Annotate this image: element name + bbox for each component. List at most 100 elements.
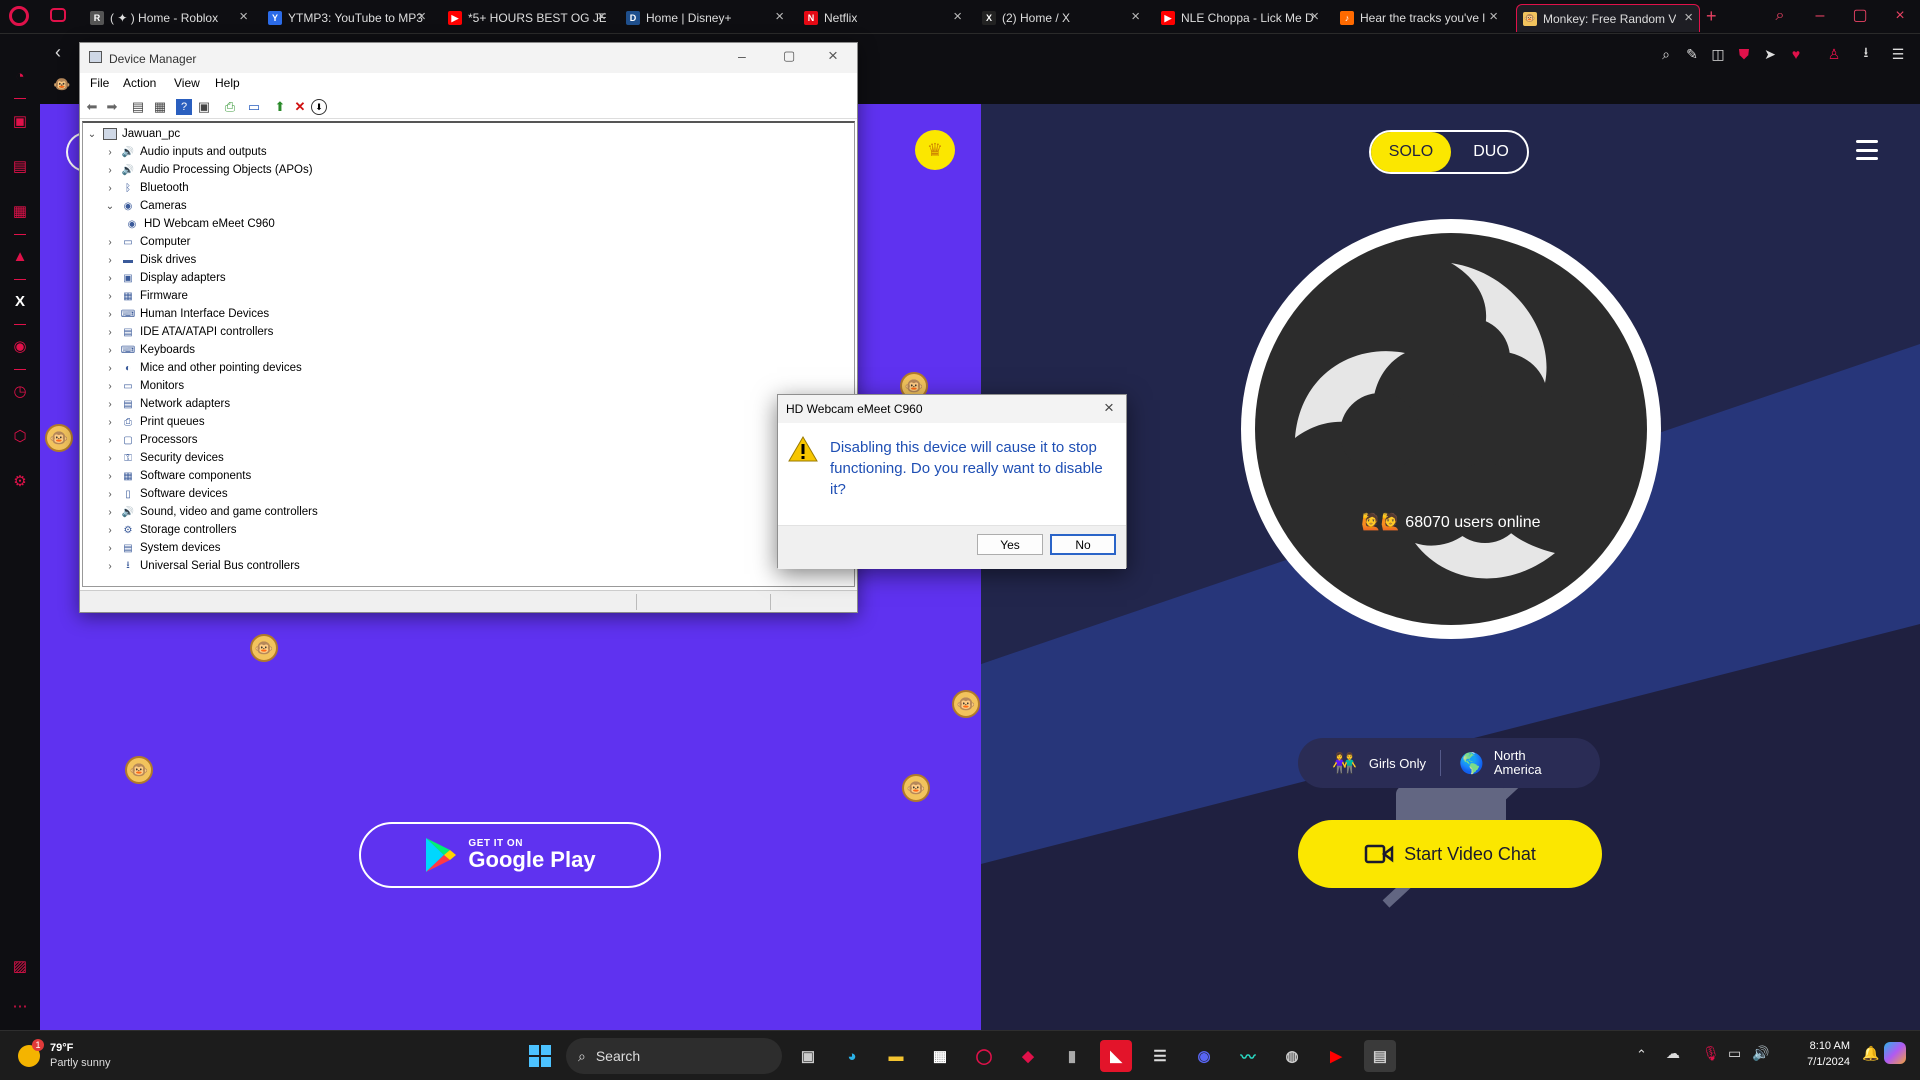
expand-chevron-icon[interactable]: ›: [105, 435, 115, 446]
google-play-badge[interactable]: GET IT ON Google Play: [359, 822, 661, 888]
amd-icon[interactable]: ◣: [1100, 1040, 1132, 1072]
browser-tab[interactable]: N Netflix ×: [798, 4, 968, 32]
tree-category-row[interactable]: › ⌨ Human Interface Devices: [105, 305, 269, 323]
dialog-close-button[interactable]: ×: [1104, 398, 1114, 418]
tree-category-row[interactable]: › ⚙ Storage controllers: [105, 521, 236, 539]
zoom-icon[interactable]: ⌕: [1656, 44, 1676, 64]
action-pane-icon[interactable]: ▣: [196, 99, 212, 115]
tree-category-row[interactable]: › ⌨ Keyboards: [105, 341, 195, 359]
tab-close-icon[interactable]: ×: [597, 9, 606, 25]
expand-chevron-icon[interactable]: ›: [105, 381, 115, 392]
duo-mode-button[interactable]: DUO: [1451, 132, 1531, 172]
tree-category-row[interactable]: › ▦ Firmware: [105, 287, 188, 305]
expand-chevron-icon[interactable]: ›: [105, 345, 115, 356]
uninstall-device-icon[interactable]: ✕: [292, 99, 308, 115]
gx-control-icon[interactable]: ▣: [8, 109, 32, 133]
tray-overflow-icon[interactable]: ⌃: [1636, 1047, 1647, 1063]
tree-category-row[interactable]: › ▣ Display adapters: [105, 269, 225, 287]
browser-tab[interactable]: ▶ *5+ HOURS BEST OG JE ×: [442, 4, 612, 32]
browser-tab[interactable]: D Home | Disney+ ×: [620, 4, 790, 32]
profile-icon[interactable]: ♙: [1824, 44, 1844, 64]
disable-device-icon[interactable]: ⬇: [311, 99, 327, 115]
menu-file[interactable]: File: [90, 76, 109, 90]
tab-close-icon[interactable]: ×: [1131, 9, 1140, 25]
properties-icon[interactable]: ▦: [152, 99, 168, 115]
device-manager-titlebar[interactable]: Device Manager – ▢ ×: [80, 43, 857, 73]
twitch-icon[interactable]: ▤: [8, 154, 32, 178]
tree-category-row[interactable]: › ▤ IDE ATA/ATAPI controllers: [105, 323, 273, 341]
discord-icon[interactable]: ◉: [1188, 1040, 1220, 1072]
copilot-icon[interactable]: [1884, 1042, 1906, 1064]
taskbar-search-box[interactable]: ⌕ Search: [566, 1038, 782, 1074]
forward-arrow-icon[interactable]: ➡: [104, 99, 120, 115]
aria-icon[interactable]: ▲: [8, 244, 32, 268]
file-explorer-icon[interactable]: ▬: [880, 1040, 912, 1072]
solo-mode-button[interactable]: SOLO: [1371, 132, 1451, 172]
notification-bell-icon[interactable]: 🔔: [1862, 1045, 1879, 1062]
tree-category-row[interactable]: › ▦ Software components: [105, 467, 251, 485]
menu-help[interactable]: Help: [215, 76, 240, 90]
expand-chevron-icon[interactable]: ›: [105, 309, 115, 320]
dm-minimize-button[interactable]: –: [738, 48, 746, 64]
device-manager-taskbar-icon[interactable]: ▤: [1364, 1040, 1396, 1072]
tree-category-row[interactable]: › ▭ Monitors: [105, 377, 184, 395]
browser-tab[interactable]: ▶ NLE Choppa - Lick Me D ×: [1155, 4, 1325, 32]
tree-category-row[interactable]: › ▬ Disk drives: [105, 251, 196, 269]
dialog-titlebar[interactable]: HD Webcam eMeet C960 ×: [778, 395, 1126, 423]
expand-chevron-icon[interactable]: ›: [105, 147, 115, 158]
collapse-chevron-icon[interactable]: ⌄: [105, 201, 115, 212]
easy-setup-icon[interactable]: ☰: [1888, 44, 1908, 64]
heart-icon[interactable]: ♥: [1786, 44, 1806, 64]
expand-chevron-icon[interactable]: ›: [105, 507, 115, 518]
youtube-music-icon[interactable]: ▶: [1320, 1040, 1352, 1072]
snapshot-icon[interactable]: ◫: [1708, 44, 1728, 64]
tree-category-row[interactable]: › ▯ Software devices: [105, 485, 227, 503]
tree-category-row[interactable]: › ⭳ Universal Serial Bus controllers: [105, 557, 299, 575]
tree-device-row[interactable]: ◉ HD Webcam eMeet C960: [125, 215, 275, 233]
gender-filter-icon[interactable]: 👫: [1332, 751, 1357, 776]
obs-taskbar-icon[interactable]: ◍: [1276, 1040, 1308, 1072]
mode-toggle[interactable]: SOLO DUO: [1369, 130, 1529, 174]
menu-view[interactable]: View: [174, 76, 200, 90]
back-icon[interactable]: ‹: [48, 42, 68, 62]
tab-close-icon[interactable]: ×: [775, 9, 784, 25]
minimize-icon[interactable]: –: [1802, 4, 1838, 28]
browser-tab[interactable]: 🐵 Monkey: Free Random V ×: [1516, 4, 1700, 32]
clock[interactable]: 8:10 AM 7/1/2024: [1780, 1038, 1850, 1070]
print-icon[interactable]: ⎙: [222, 99, 238, 115]
tree-category-row[interactable]: › ▤ Network adapters: [105, 395, 230, 413]
settings-icon[interactable]: ⚙: [8, 469, 32, 493]
gx-corner-sidebar-icon[interactable]: ▦: [8, 199, 32, 223]
tree-category-row[interactable]: › ◐ Mice and other pointing devices: [105, 359, 301, 377]
tree-root[interactable]: ⌄ Jawuan_pc: [87, 125, 180, 143]
volume-icon[interactable]: 🔊: [1752, 1045, 1769, 1062]
tab-close-icon[interactable]: ×: [417, 9, 426, 25]
vpn-shield-icon[interactable]: ⛊: [1734, 44, 1754, 64]
show-hide-console-tree-icon[interactable]: ▤: [130, 99, 146, 115]
no-button[interactable]: No: [1050, 534, 1116, 555]
edit-icon[interactable]: ✎: [1682, 44, 1702, 64]
task-view-icon[interactable]: ▣: [792, 1040, 824, 1072]
expand-chevron-icon[interactable]: ›: [105, 291, 115, 302]
expand-chevron-icon[interactable]: ›: [105, 255, 115, 266]
expand-chevron-icon[interactable]: ›: [105, 453, 115, 464]
equalizer-icon[interactable]: ☰: [1144, 1040, 1176, 1072]
region-filter[interactable]: North America: [1494, 749, 1542, 777]
start-button-icon[interactable]: [524, 1040, 556, 1072]
player-icon[interactable]: ◉: [8, 334, 32, 358]
tree-category-row[interactable]: › ▢ Processors: [105, 431, 197, 449]
expand-chevron-icon[interactable]: ›: [105, 165, 115, 176]
tree-category-row[interactable]: › 🔊 Sound, video and game controllers: [105, 503, 317, 521]
tree-category-row[interactable]: › 🔊 Audio inputs and outputs: [105, 143, 266, 161]
browser-tab[interactable]: X (2) Home / X ×: [976, 4, 1146, 32]
history-icon[interactable]: ◷: [8, 379, 32, 403]
tree-category-row[interactable]: › ⎙ Print queues: [105, 413, 204, 431]
opera-gx-taskbar-icon[interactable]: ◯: [968, 1040, 1000, 1072]
start-video-chat-button[interactable]: Start Video Chat: [1298, 820, 1602, 888]
tab-close-icon[interactable]: ×: [1684, 10, 1693, 26]
dm-maximize-button[interactable]: ▢: [783, 48, 795, 64]
expand-chevron-icon[interactable]: ›: [105, 273, 115, 284]
opera-logo-icon[interactable]: [9, 6, 29, 26]
hamburger-menu-icon[interactable]: [1856, 140, 1878, 160]
dm-close-button[interactable]: ×: [828, 46, 838, 66]
